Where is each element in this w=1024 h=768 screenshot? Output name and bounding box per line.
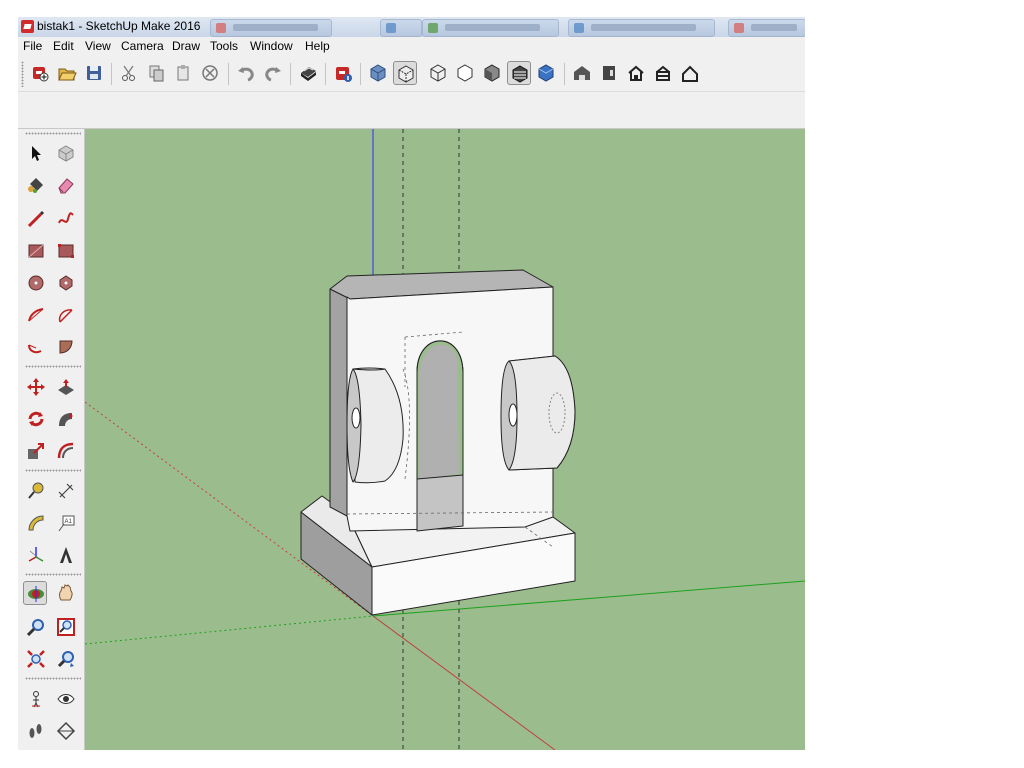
modeling-viewport[interactable]: [85, 129, 805, 750]
large-tool-set: A1: [18, 129, 85, 750]
green-axis-hidden: [85, 615, 374, 645]
rotate-tool-icon[interactable]: [24, 407, 48, 431]
bracket-model[interactable]: [300, 269, 576, 616]
toolbar-grip: [25, 469, 81, 472]
window-title: bistak1 - SketchUp Make 2016: [37, 19, 201, 33]
axes-tool-icon[interactable]: [24, 543, 48, 567]
text-tool-icon[interactable]: A1: [54, 511, 78, 535]
pan-tool-icon[interactable]: [54, 581, 78, 605]
background-window-tab-5[interactable]: [728, 19, 805, 37]
back-view-icon[interactable]: [678, 61, 702, 85]
position-camera-icon[interactable]: [24, 687, 48, 711]
toolbar-grip: [25, 677, 81, 680]
protractor-icon[interactable]: [24, 511, 48, 535]
background-window-tab-4[interactable]: [568, 19, 715, 37]
paint-bucket-icon[interactable]: [24, 173, 48, 197]
open-folder-icon[interactable]: [55, 61, 79, 85]
pie-tool-icon[interactable]: [54, 335, 78, 359]
title-bar: bistak1 - SketchUp Make 2016: [18, 17, 805, 37]
3d-text-icon[interactable]: [54, 543, 78, 567]
tape-measure-icon[interactable]: [24, 479, 48, 503]
erase-icon[interactable]: [198, 61, 222, 85]
xray-icon[interactable]: [366, 61, 390, 85]
model-info-icon[interactable]: [331, 61, 355, 85]
svg-text:A1: A1: [65, 519, 73, 525]
walk-tool-icon[interactable]: [24, 719, 48, 743]
shaded-icon[interactable]: [480, 61, 504, 85]
menu-window[interactable]: Window: [250, 39, 293, 53]
sketchup-window: bistak1 - SketchUp Make 2016 File Edit V…: [18, 17, 805, 750]
rotated-rectangle-icon[interactable]: [54, 239, 78, 263]
toolbar-grip: [25, 365, 81, 368]
menu-tools[interactable]: Tools: [210, 39, 238, 53]
look-around-icon[interactable]: [54, 687, 78, 711]
save-icon[interactable]: [82, 61, 106, 85]
toolbar-separator: [564, 63, 565, 85]
paste-icon[interactable]: [171, 61, 195, 85]
toolbar-grip[interactable]: [25, 132, 81, 135]
hidden-line-icon[interactable]: [453, 61, 477, 85]
top-view-icon[interactable]: [597, 61, 621, 85]
push-pull-icon[interactable]: [54, 375, 78, 399]
freehand-tool-icon[interactable]: [54, 207, 78, 231]
two-point-arc-icon[interactable]: [54, 303, 78, 327]
cut-icon[interactable]: [117, 61, 141, 85]
iso-view-icon[interactable]: [570, 61, 594, 85]
menu-help[interactable]: Help: [305, 39, 330, 53]
menu-bar: File Edit View Camera Draw Tools Window …: [18, 37, 805, 55]
select-tool-icon[interactable]: [24, 141, 48, 165]
make-component-icon[interactable]: [54, 141, 78, 165]
orbit-tool-icon[interactable]: [23, 581, 47, 605]
copy-icon[interactable]: [144, 61, 168, 85]
redo-icon[interactable]: [261, 61, 285, 85]
menu-file[interactable]: File: [23, 39, 42, 53]
background-window-tab-2[interactable]: [380, 19, 422, 37]
menu-camera[interactable]: Camera: [121, 39, 164, 53]
back-edges-icon[interactable]: [393, 61, 417, 85]
zoom-extents-icon[interactable]: [24, 647, 48, 671]
front-view-icon[interactable]: [624, 61, 648, 85]
toolbar-separator: [360, 63, 361, 85]
menu-view[interactable]: View: [85, 39, 111, 53]
sketchup-app-icon: [21, 20, 34, 33]
new-file-icon[interactable]: [28, 61, 52, 85]
zoom-window-icon[interactable]: [54, 615, 78, 639]
line-tool-icon[interactable]: [24, 207, 48, 231]
wireframe-icon[interactable]: [426, 61, 450, 85]
model-scene: [85, 129, 805, 750]
scale-tool-icon[interactable]: [24, 439, 48, 463]
dimension-tool-icon[interactable]: [54, 479, 78, 503]
toolbar-separator: [228, 63, 229, 85]
move-tool-icon[interactable]: [24, 375, 48, 399]
undo-icon[interactable]: [234, 61, 258, 85]
circle-tool-icon[interactable]: [24, 271, 48, 295]
monochrome-icon[interactable]: [534, 61, 558, 85]
offset-tool-icon[interactable]: [54, 439, 78, 463]
previous-view-icon[interactable]: [54, 647, 78, 671]
rectangle-tool-icon[interactable]: [24, 239, 48, 263]
toolbar-separator: [290, 63, 291, 85]
print-icon[interactable]: [296, 61, 320, 85]
red-axis: [372, 615, 556, 750]
toolbar-separator: [325, 63, 326, 85]
section-plane-icon[interactable]: [54, 719, 78, 743]
arc-tool-icon[interactable]: [24, 303, 48, 327]
toolbar-grip[interactable]: [21, 61, 24, 87]
background-window-tab-1[interactable]: [210, 19, 332, 37]
zoom-tool-icon[interactable]: [24, 615, 48, 639]
main-toolbar: [18, 55, 805, 92]
polygon-tool-icon[interactable]: [54, 271, 78, 295]
menu-edit[interactable]: Edit: [53, 39, 74, 53]
right-view-icon[interactable]: [651, 61, 675, 85]
eraser-icon[interactable]: [54, 173, 78, 197]
shaded-textures-icon[interactable]: [507, 61, 531, 85]
three-point-arc-icon[interactable]: [24, 335, 48, 359]
follow-me-icon[interactable]: [54, 407, 78, 431]
toolbar-separator: [111, 63, 112, 85]
toolbar-grip: [25, 573, 81, 576]
menu-draw[interactable]: Draw: [172, 39, 200, 53]
background-window-tab-3[interactable]: [422, 19, 559, 37]
secondary-toolbar-area: [18, 92, 805, 129]
